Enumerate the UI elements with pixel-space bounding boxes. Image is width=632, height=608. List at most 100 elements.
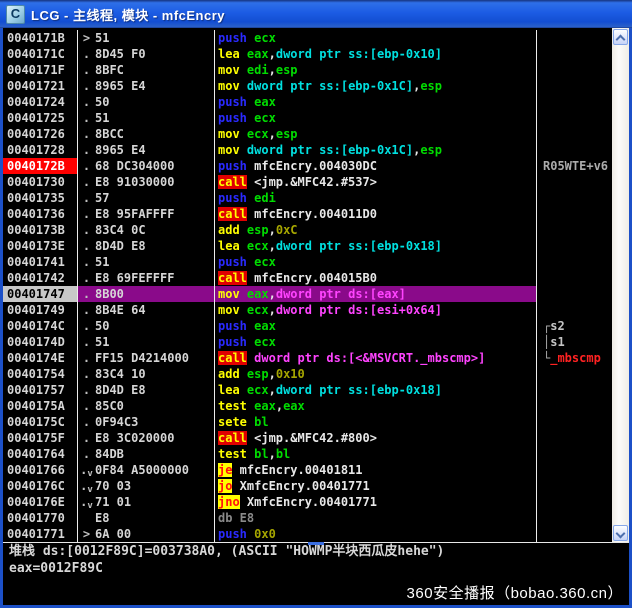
row-marker: . [82, 207, 91, 221]
comment-cell [537, 270, 612, 286]
title-bar[interactable]: C LCG - 主线程, 模块 - mfcEncry [0, 0, 632, 28]
disasm-row[interactable]: 00401747. 8B00 mov eax,dword ptr ds:[eax] [3, 286, 612, 302]
disasm-row[interactable]: 0040173B. 83C4 0C add esp,0xC [3, 222, 612, 238]
disasm-row[interactable]: 0040175A. 85C0 test eax,eax [3, 398, 612, 414]
comment-cell [537, 286, 612, 302]
row-marker: . [82, 287, 91, 301]
disasm-row[interactable]: 0040171F. 8BFC mov edi,esp [3, 62, 612, 78]
instruction-cell: push ecx [215, 254, 537, 270]
comment-cell [537, 302, 612, 318]
comment-cell: ┌s2 [543, 319, 565, 333]
disasm-rows: 0040171B >51 push ecx 0040171C. 8D45 F0 lea e… [3, 28, 612, 542]
disasm-row[interactable]: 00401741. 51 push ecx [3, 254, 612, 270]
disasm-row[interactable]: 00401742. E8 69FEFFFF call mfcEncry.004015… [3, 270, 612, 286]
opcode-bytes: 8D4D E8 [95, 383, 146, 397]
address-cell: 00401766 [3, 462, 78, 478]
opcode-bytes: E8 69FEFFFF [95, 271, 175, 285]
row-marker: . [82, 63, 91, 77]
instruction-cell: jo XmfcEncry.00401771 [215, 478, 537, 494]
comment-cell [537, 478, 612, 494]
disasm-row[interactable]: 00401724. 50 push eax [3, 94, 612, 110]
comment-cell [537, 222, 612, 238]
disasm-row[interactable]: 00401735. 57 push edi [3, 190, 612, 206]
address-cell: 00401728 [3, 142, 78, 158]
address-cell: 0040171F [3, 62, 78, 78]
instruction-cell: push ecx [215, 110, 537, 126]
vertical-scrollbar[interactable] [612, 28, 629, 542]
disasm-row[interactable]: 00401764. 84DB test bl,bl [3, 446, 612, 462]
opcode-bytes: 70 03 [95, 479, 132, 493]
opcode-bytes: 8D4D E8 [95, 239, 146, 253]
disasm-row[interactable]: 00401749. 8B4E 64 mov ecx,dword ptr ds:[es… [3, 302, 612, 318]
address-cell: 00401747 [3, 286, 78, 302]
row-marker: . [82, 223, 91, 237]
disasm-row[interactable]: 00401730. E8 91030000 call <jmp.&MFC42.#53… [3, 174, 612, 190]
opcode-bytes: 8965 E4 [95, 79, 146, 93]
disasm-row[interactable]: 00401736. E8 95FAFFFF call mfcEncry.004011… [3, 206, 612, 222]
disasm-row[interactable]: 0040174C. 50 push eax ┌s2 [3, 318, 612, 334]
opcode-bytes: 8965 E4 [95, 143, 146, 157]
disasm-row[interactable]: 00401725. 51 push ecx [3, 110, 612, 126]
address-cell: 00401726 [3, 126, 78, 142]
disasm-row[interactable]: 0040172B. 68 DC304000 push mfcEncry.004030… [3, 158, 612, 174]
instruction-cell: test bl,bl [215, 446, 537, 462]
instruction-cell: mov eax,dword ptr ds:[eax] [215, 286, 537, 302]
instruction-cell: db E8 [215, 510, 537, 526]
disasm-row[interactable]: 00401726. 8BCC mov ecx,esp [3, 126, 612, 142]
comment-cell [537, 398, 612, 414]
splitter-grip[interactable] [308, 542, 324, 545]
row-marker: . [82, 303, 91, 317]
comment-cell [537, 190, 612, 206]
disasm-row[interactable]: 0040171B >51 push ecx [3, 30, 612, 46]
disasm-row[interactable]: 0040175F. E8 3C020000 call <jmp.&MFC42.#80… [3, 430, 612, 446]
disasm-row[interactable]: 0040171C. 8D45 F0 lea eax,dword ptr ss:[eb… [3, 46, 612, 62]
disasm-row[interactable]: 0040174E. FF15 D4214000 call dword ptr ds:… [3, 350, 612, 366]
disasm-row[interactable]: 00401771 >6A 00 push 0x0 [3, 526, 612, 542]
row-marker: . [82, 255, 91, 269]
disasm-row[interactable]: 0040176E .v 71 01 jno XmfcEncry.00401771 [3, 494, 612, 510]
disasm-row[interactable]: 00401754. 83C4 10 add esp,0x10 [3, 366, 612, 382]
comment-cell [537, 414, 612, 430]
opcode-bytes: 71 01 [95, 495, 132, 509]
row-marker: .v [80, 479, 93, 494]
comment-cell [537, 510, 612, 526]
row-marker: > [82, 527, 91, 541]
address-cell: 00401730 [3, 174, 78, 190]
disasm-row[interactable]: 0040175C. 0F94C3 sete bl [3, 414, 612, 430]
disasm-row[interactable]: 00401770 E8 db E8 [3, 510, 612, 526]
opcode-cell: . 57 [78, 190, 215, 206]
row-marker: . [82, 319, 91, 333]
instruction-cell: je mfcEncry.00401811 [215, 462, 537, 478]
scroll-down-button[interactable] [613, 525, 628, 541]
disasm-row[interactable]: 00401757. 8D4D E8 lea ecx,dword ptr ss:[eb… [3, 382, 612, 398]
instruction-cell: push eax [215, 94, 537, 110]
disasm-row[interactable]: 0040176C .v 70 03 jo XmfcEncry.00401771 [3, 478, 612, 494]
disasm-row[interactable]: 0040174D. 51 push ecx │s1 [3, 334, 612, 350]
comment-cell [537, 382, 612, 398]
comment-cell [537, 526, 612, 542]
scroll-up-button[interactable] [613, 29, 628, 45]
disasm-row[interactable]: 0040173E. 8D4D E8 lea ecx,dword ptr ss:[eb… [3, 238, 612, 254]
opcode-bytes: 8B00 [95, 287, 124, 301]
address-cell: 0040174D [3, 334, 78, 350]
instruction-cell: call mfcEncry.004015B0 [215, 270, 537, 286]
disasm-row[interactable]: 00401721. 8965 E4 mov dword ptr ss:[ebp-0x… [3, 78, 612, 94]
opcode-cell: . 68 DC304000 [78, 158, 215, 174]
opcode-bytes: E8 3C020000 [95, 431, 175, 445]
row-marker: . [82, 399, 91, 413]
opcode-cell: .v 70 03 [78, 478, 215, 494]
address-cell: 00401742 [3, 270, 78, 286]
opcode-bytes: FF15 D4214000 [95, 351, 189, 365]
disasm-row[interactable]: 00401728. 8965 E4 mov dword ptr ss:[ebp-0x… [3, 142, 612, 158]
address-cell: 00401764 [3, 446, 78, 462]
address-cell: 00401771 [3, 526, 78, 542]
app-icon[interactable]: C [6, 4, 25, 24]
opcode-bytes: E8 [95, 511, 110, 525]
row-marker: . [82, 95, 91, 109]
row-marker: . [82, 47, 91, 61]
instruction-cell: mov edi,esp [215, 62, 537, 78]
disasm-row[interactable]: 00401766 .v 0F84 A5000000 je mfcEncry.00401… [3, 462, 612, 478]
address-cell: 00401770 [3, 510, 78, 526]
opcode-bytes: 84DB [95, 447, 124, 461]
opcode-bytes: 83C4 10 [95, 367, 146, 381]
